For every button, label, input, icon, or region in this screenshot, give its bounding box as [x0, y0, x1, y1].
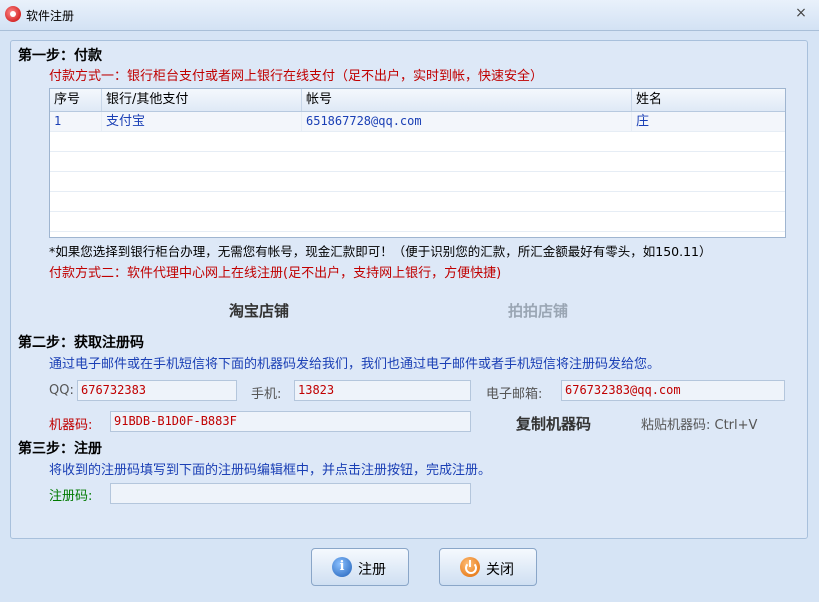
- step1-title: 第一步：付款: [18, 48, 102, 64]
- registration-code-label: 注册码:: [49, 489, 93, 504]
- window-title: 软件注册: [26, 9, 75, 23]
- table-header: 序号 银行/其他支付 帐号 姓名: [50, 89, 785, 112]
- registration-code-input[interactable]: [110, 483, 471, 504]
- taobao-store-link[interactable]: 淘宝店铺: [229, 300, 289, 321]
- copy-machine-code-button[interactable]: 复制机器码: [516, 413, 591, 434]
- email-label: 电子邮箱:: [486, 387, 543, 402]
- table-row-empty: [50, 152, 785, 172]
- column-header-index[interactable]: 序号: [50, 89, 102, 111]
- close-button[interactable]: 关闭: [439, 548, 537, 586]
- paipai-store-link[interactable]: 拍拍店铺: [508, 300, 568, 321]
- close-icon[interactable]: ×: [793, 5, 809, 21]
- phone-field[interactable]: 13823: [294, 380, 471, 401]
- qq-label: QQ:: [49, 383, 74, 398]
- table-row-empty: [50, 132, 785, 152]
- table-row[interactable]: 1 支付宝 651867728@qq.com 庄: [50, 112, 785, 132]
- step2-description: 通过电子邮件或在手机短信将下面的机器码发给我们，我们也通过电子邮件或者手机短信将…: [49, 357, 661, 372]
- phone-label: 手机:: [251, 387, 282, 402]
- cell-bank: 支付宝: [102, 112, 302, 131]
- bank-counter-note: *如果您选择到银行柜台办理，无需您有帐号，现金汇款即可！（便于识别您的汇款，所汇…: [49, 244, 712, 259]
- app-logo-icon: [5, 6, 21, 22]
- column-header-bank[interactable]: 银行/其他支付: [102, 89, 302, 111]
- paste-shortcut-hint: 粘贴机器码: Ctrl+V: [641, 418, 758, 433]
- machine-code-label: 机器码:: [49, 418, 93, 433]
- cell-name: 庄: [636, 114, 650, 129]
- table-row-empty: [50, 192, 785, 212]
- column-header-name[interactable]: 姓名: [632, 89, 785, 111]
- close-button-label: 关闭: [486, 562, 514, 578]
- payment-method-2-text: 付款方式二：软件代理中心网上在线注册(足不出户，支持网上银行，方便快捷): [49, 266, 502, 281]
- info-icon: i: [332, 557, 352, 577]
- table-row-empty: [50, 212, 785, 232]
- cell-account: 651867728@qq.com: [302, 112, 632, 131]
- step3-description: 将收到的注册码填写到下面的注册码编辑框中，并点击注册按钮，完成注册。: [49, 463, 492, 478]
- power-icon: [460, 557, 480, 577]
- register-button[interactable]: i 注册: [311, 548, 409, 586]
- step2-title: 第二步：获取注册码: [18, 335, 144, 351]
- payment-accounts-table: 序号 银行/其他支付 帐号 姓名 1 支付宝 651867728@qq.com …: [49, 88, 786, 238]
- machine-code-field[interactable]: 91BDB-B1D0F-B883F: [110, 411, 471, 432]
- title-bar: 软件注册 ×: [0, 0, 819, 31]
- qq-field[interactable]: 676732383: [77, 380, 237, 401]
- email-field[interactable]: 676732383@qq.com: [561, 380, 785, 401]
- table-row-empty: [50, 172, 785, 192]
- register-button-label: 注册: [358, 562, 386, 578]
- column-header-account[interactable]: 帐号: [302, 89, 632, 111]
- step3-title: 第三步：注册: [18, 441, 102, 457]
- payment-method-1-text: 付款方式一：银行柜台支付或者网上银行在线支付（足不出户，实时到帐，快速安全）: [49, 69, 544, 84]
- cell-index: 1: [50, 112, 102, 131]
